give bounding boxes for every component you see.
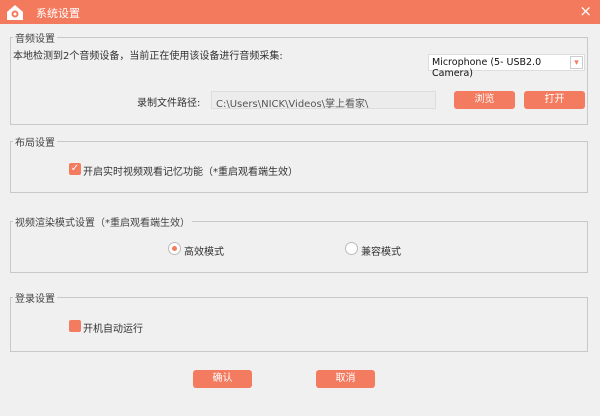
open-button[interactable]: 打开	[524, 91, 585, 109]
cancel-button[interactable]: 取消	[316, 370, 375, 388]
path-input[interactable]: C:\Users\NICK\Videos\掌上看家\	[211, 91, 436, 110]
audio-legend: 音频设置	[13, 30, 57, 45]
login-legend: 登录设置	[13, 290, 57, 305]
browse-button[interactable]: 浏览	[454, 91, 515, 109]
render-settings-group: 视频渲染模式设置（*重启观看端生效） 高效模式 兼容模式	[10, 214, 588, 273]
layout-settings-group: 布局设置 ✓ 开启实时视频观看记忆功能（*重启观看端生效）	[10, 134, 588, 193]
close-icon[interactable]: ×	[579, 2, 592, 20]
audio-device-value: Microphone (5- USB2.0 Camera)	[432, 57, 542, 79]
window-title: 系统设置	[36, 7, 80, 20]
memory-checkbox[interactable]: ✓	[69, 163, 81, 175]
efficient-mode-radio[interactable]	[168, 242, 181, 255]
title-bar: 系统设置 ×	[0, 0, 600, 24]
layout-legend: 布局设置	[13, 134, 57, 149]
audio-settings-group: 音频设置 本地检测到2个音频设备，当前正在使用该设备进行音频采集: Microp…	[10, 30, 588, 125]
chevron-down-icon[interactable]: ▾	[570, 56, 583, 69]
memory-label: 开启实时视频观看记忆功能（*重启观看端生效）	[83, 167, 298, 178]
audio-info: 本地检测到2个音频设备，当前正在使用该设备进行音频采集:	[13, 51, 283, 62]
efficient-mode-label: 高效模式	[184, 247, 224, 258]
confirm-button[interactable]: 确认	[193, 370, 252, 388]
compatible-mode-label: 兼容模式	[361, 247, 401, 258]
autostart-checkbox[interactable]	[69, 320, 81, 332]
app-logo-icon	[7, 5, 23, 20]
login-settings-group: 登录设置 开机自动运行	[10, 290, 588, 352]
path-label: 录制文件路径:	[137, 98, 201, 109]
audio-device-select[interactable]: Microphone (5- USB2.0 Camera) ▾	[428, 54, 585, 79]
autostart-label: 开机自动运行	[83, 324, 143, 335]
compatible-mode-radio[interactable]	[345, 242, 358, 255]
render-legend: 视频渲染模式设置（*重启观看端生效）	[13, 214, 192, 229]
